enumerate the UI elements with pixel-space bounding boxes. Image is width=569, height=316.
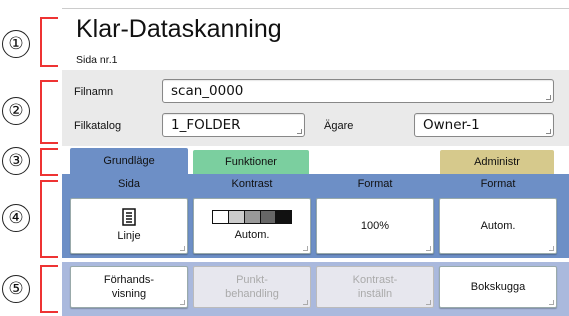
contrast-label: Autom. [234, 228, 270, 241]
callout-5: ⑤ [2, 275, 30, 303]
contrast-button[interactable]: Autom. [193, 198, 311, 254]
resize-corner-icon [180, 300, 185, 305]
document-icon [122, 208, 136, 227]
resize-corner-icon [303, 246, 308, 251]
resize-corner-icon [546, 129, 551, 134]
tab-admin[interactable]: Administr [440, 150, 554, 174]
folder-value: 1_FOLDER [171, 117, 241, 133]
callout-bracket-5 [40, 265, 58, 313]
page-number: Sida nr.1 [76, 54, 118, 66]
owner-field[interactable]: Owner-1 [414, 113, 554, 137]
scan-settings-panel: Sida Kontrast Format Format Linje Autom.… [62, 174, 569, 258]
format-size-button[interactable]: Autom. [439, 198, 557, 254]
resize-corner-icon [297, 129, 302, 134]
page-type-button[interactable]: Linje [70, 198, 188, 254]
folder-label: Filkatalog [74, 120, 122, 132]
preview-button[interactable]: Förhands- visning [70, 266, 188, 308]
contrast-adjust-button[interactable]: Kontrast- inställn [316, 266, 434, 308]
owner-value: Owner-1 [423, 117, 480, 133]
resize-corner-icon [180, 246, 185, 251]
format-size-label: Autom. [480, 219, 516, 232]
callout-4: ④ [2, 204, 30, 232]
book-shadow-button[interactable]: Bokskugga [439, 266, 557, 308]
callout-3: ③ [2, 147, 30, 175]
resize-corner-icon [303, 300, 308, 305]
tab-functions[interactable]: Funktioner [193, 150, 309, 174]
callout-bracket-4 [40, 180, 58, 258]
folder-field[interactable]: 1_FOLDER [162, 113, 305, 137]
callout-bracket-1 [40, 17, 58, 67]
callout-2: ② [2, 97, 30, 125]
format2-column-header: Format [480, 178, 516, 190]
format-scale-label: 100% [360, 219, 390, 232]
resize-corner-icon [546, 95, 551, 100]
book-shadow-label: Bokskugga [470, 280, 526, 293]
page-type-label: Linje [117, 230, 141, 243]
callout-bracket-2 [40, 80, 58, 144]
resize-corner-icon [549, 300, 554, 305]
format-column-header: Format [357, 178, 393, 190]
contrast-scale-icon [212, 209, 292, 224]
filename-value: scan_0000 [171, 83, 244, 99]
contrast-adjust-label: Kontrast- inställn [352, 273, 398, 300]
resize-corner-icon [549, 246, 554, 251]
title-panel: Klar-Dataskanning Sida nr.1 [62, 8, 569, 66]
filename-label: Filnamn [74, 86, 114, 98]
page-title: Klar-Dataskanning [76, 15, 282, 43]
contrast-column-header: Kontrast [231, 178, 273, 190]
filename-field[interactable]: scan_0000 [162, 79, 554, 103]
owner-label: Ägare [324, 120, 354, 132]
tab-bar: Grundläge Funktioner Administr [62, 146, 569, 174]
action-panel: Förhands- visning Punkt- behandling Kont… [62, 262, 569, 316]
dot-processing-label: Punkt- behandling [225, 273, 279, 300]
callout-1: ① [2, 30, 30, 58]
page-column-header: Sida [117, 178, 141, 190]
resize-corner-icon [426, 246, 431, 251]
callout-bracket-3 [40, 148, 58, 176]
file-settings-panel: Filnamn scan_0000 Filkatalog 1_FOLDER Äg… [62, 70, 569, 146]
dot-processing-button[interactable]: Punkt- behandling [193, 266, 311, 308]
tab-basic[interactable]: Grundläge [70, 148, 188, 174]
preview-label: Förhands- visning [103, 273, 155, 300]
resize-corner-icon [426, 300, 431, 305]
format-scale-button[interactable]: 100% [316, 198, 434, 254]
